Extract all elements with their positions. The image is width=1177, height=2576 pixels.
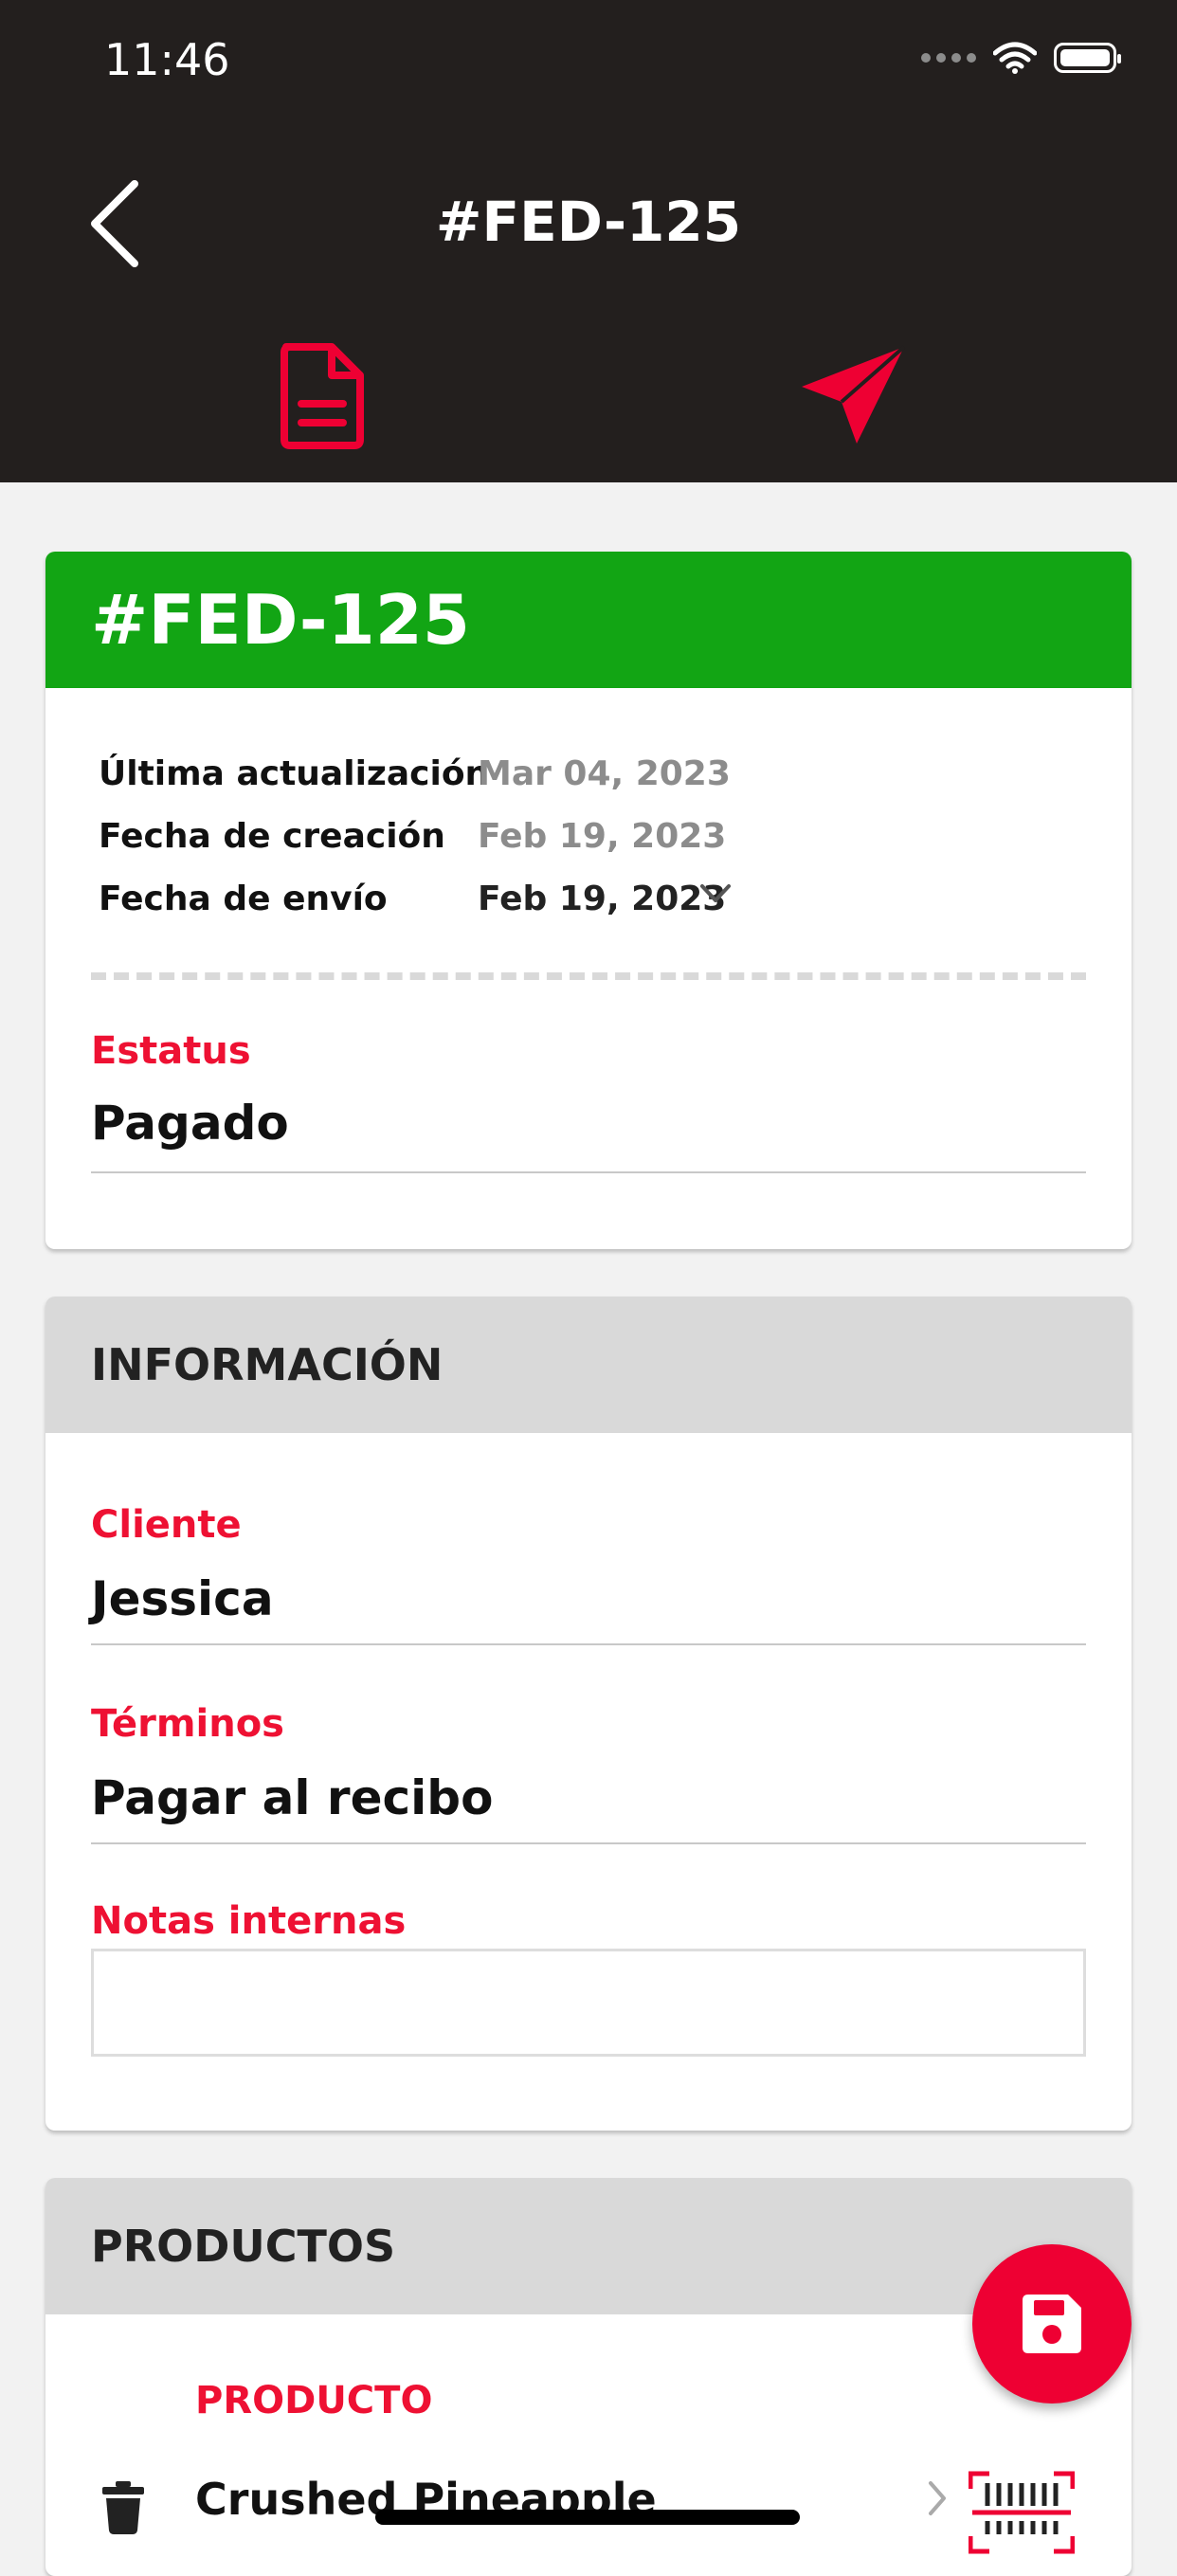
meta-label-created: Fecha de creación bbox=[99, 817, 445, 856]
meta-value-created: Feb 19, 2023 bbox=[478, 817, 727, 856]
order-summary-card: #FED-125 Última actualización Mar 04, 20… bbox=[45, 552, 1132, 1249]
meta-label-shipped: Fecha de envío bbox=[99, 880, 388, 918]
status-label: Estatus bbox=[91, 1029, 251, 1073]
client-label: Cliente bbox=[91, 1503, 242, 1547]
save-button[interactable] bbox=[972, 2244, 1132, 2404]
app-header: 11:46 #FED-125 bbox=[0, 0, 1177, 482]
send-icon[interactable] bbox=[798, 343, 908, 447]
trash-icon[interactable] bbox=[102, 2481, 144, 2534]
status-time: 11:46 bbox=[104, 34, 230, 85]
field-underline bbox=[91, 1842, 1086, 1844]
status-icons bbox=[921, 42, 1121, 74]
status-field[interactable]: Pagado bbox=[91, 1096, 289, 1151]
notes-label: Notas internas bbox=[91, 1899, 407, 1943]
document-icon[interactable] bbox=[277, 341, 368, 449]
info-heading: INFORMACIÓN bbox=[45, 1297, 1132, 1433]
save-icon bbox=[1023, 2295, 1081, 2353]
meta-value-updated: Mar 04, 2023 bbox=[478, 754, 731, 793]
terms-field[interactable]: Pagar al recibo bbox=[91, 1770, 493, 1825]
chevron-right-icon[interactable] bbox=[927, 2479, 948, 2517]
dashed-divider bbox=[91, 972, 1086, 980]
order-code-banner: #FED-125 bbox=[45, 552, 1132, 688]
notes-textarea[interactable] bbox=[91, 1949, 1086, 2057]
wifi-icon bbox=[993, 42, 1037, 74]
field-underline bbox=[91, 1643, 1086, 1645]
page-title: #FED-125 bbox=[435, 190, 742, 254]
signal-icon bbox=[921, 53, 976, 63]
products-heading: PRODUCTOS bbox=[45, 2178, 1132, 2314]
product-column-label: PRODUCTO bbox=[195, 2379, 433, 2422]
info-card: INFORMACIÓN Cliente Jessica Términos Pag… bbox=[45, 1297, 1132, 2131]
home-indicator[interactable] bbox=[375, 2510, 800, 2525]
chevron-down-icon[interactable] bbox=[699, 883, 732, 904]
barcode-scan-icon[interactable] bbox=[969, 2470, 1075, 2555]
client-field[interactable]: Jessica bbox=[91, 1571, 274, 1626]
meta-label-updated: Última actualización bbox=[99, 754, 490, 793]
ship-date-select[interactable]: Feb 19, 2023 bbox=[478, 880, 726, 918]
battery-icon bbox=[1054, 43, 1121, 73]
terms-label: Términos bbox=[91, 1702, 284, 1746]
field-underline bbox=[91, 1171, 1086, 1173]
